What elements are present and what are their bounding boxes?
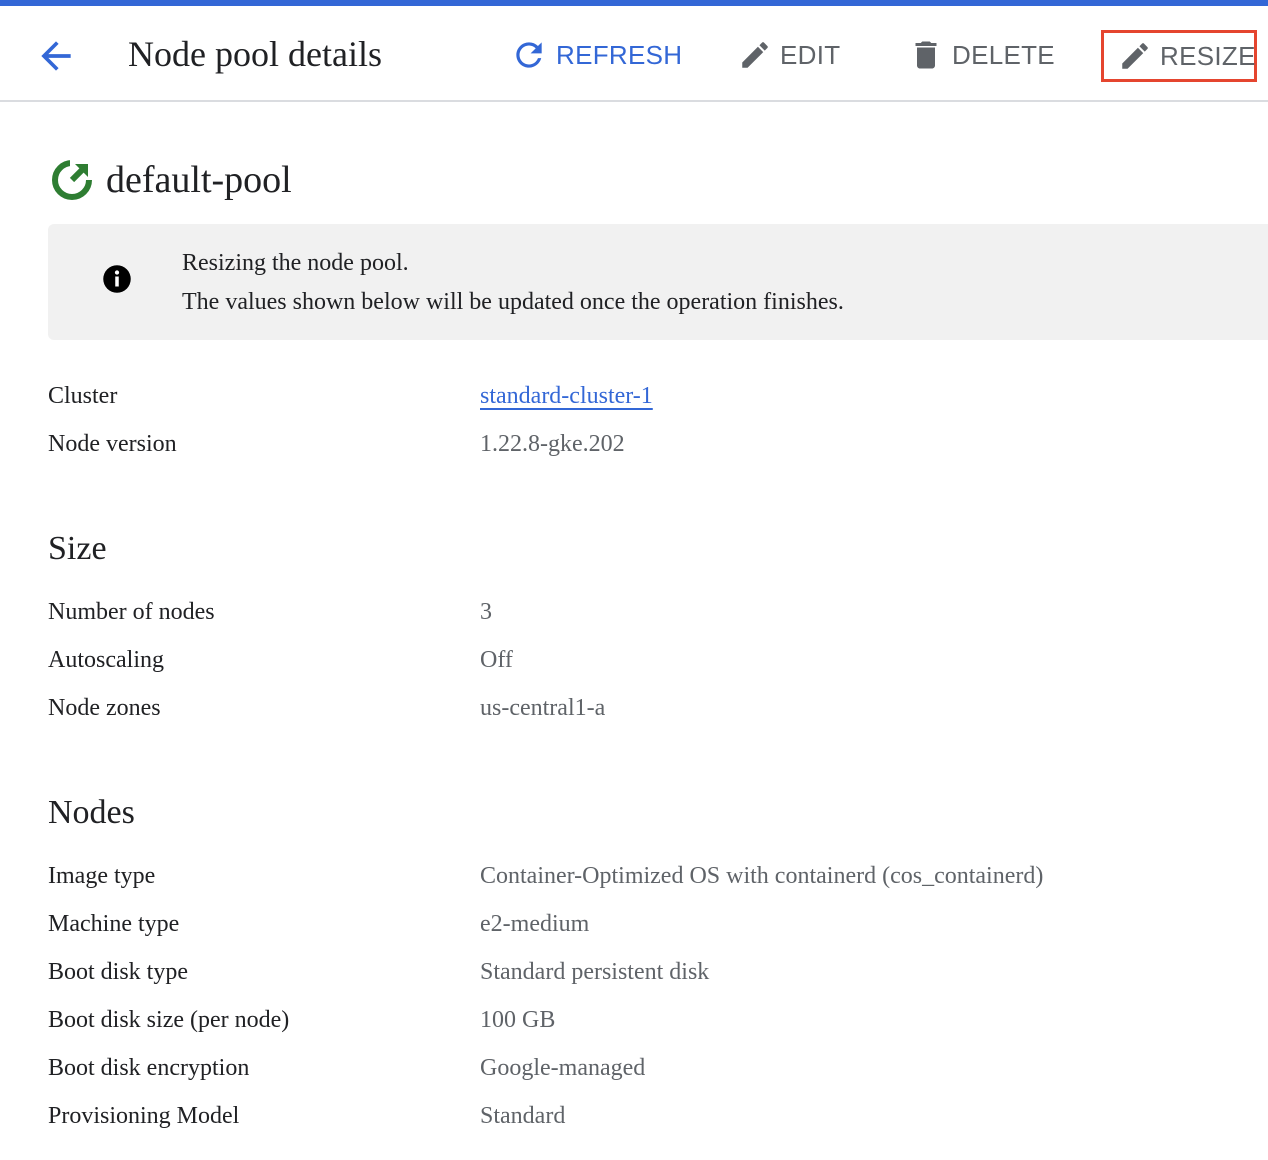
boot-disk-size-value: 100 GB: [480, 1007, 556, 1033]
node-zones-label: Node zones: [48, 695, 161, 721]
machine-type-label: Machine type: [48, 911, 180, 937]
edit-label: EDIT: [780, 39, 841, 70]
boot-disk-type-value: Standard persistent disk: [480, 959, 710, 985]
provisioning-model-label: Provisioning Model: [48, 1103, 240, 1129]
info-icon: [103, 265, 131, 293]
trash-icon: [915, 41, 937, 69]
image-type-label: Image type: [48, 863, 156, 889]
edit-button[interactable]: EDIT: [738, 32, 840, 78]
image-type-value: Container-Optimized OS with containerd (…: [480, 863, 1044, 889]
size-section-title: Size: [48, 530, 107, 567]
boot-disk-encryption-value: Google-managed: [480, 1055, 646, 1081]
nodes-section-title: Nodes: [48, 794, 135, 831]
node-version-value: 1.22.8-gke.202: [480, 431, 625, 457]
autoscaling-label: Autoscaling: [48, 647, 164, 673]
refresh-button[interactable]: REFRESH: [510, 32, 682, 78]
page-header: Node pool details REFRESH EDIT DELETE RE…: [0, 6, 1268, 102]
machine-type-value: e2-medium: [480, 911, 590, 937]
back-button[interactable]: [34, 34, 78, 78]
provisioning-model-value: Standard: [480, 1103, 566, 1129]
boot-disk-encryption-label: Boot disk encryption: [48, 1055, 250, 1081]
pencil-icon: [742, 42, 768, 68]
resize-button[interactable]: RESIZE: [1101, 30, 1257, 82]
pool-heading: default-pool: [50, 158, 292, 202]
pencil-icon: [1122, 43, 1148, 69]
number-of-nodes-label: Number of nodes: [48, 599, 215, 625]
page-title: Node pool details: [128, 34, 382, 74]
cluster-label: Cluster: [48, 383, 118, 409]
arrow-back-icon: [41, 41, 71, 71]
cluster-link[interactable]: standard-cluster-1: [480, 381, 653, 411]
node-version-label: Node version: [48, 431, 177, 457]
boot-disk-type-label: Boot disk type: [48, 959, 189, 985]
refresh-label: REFRESH: [556, 39, 683, 70]
number-of-nodes-value: 3: [480, 599, 492, 625]
resize-label: RESIZE: [1160, 40, 1256, 71]
refresh-icon: [516, 42, 542, 68]
status-ok-icon: [52, 158, 94, 200]
info-banner: Resizing the node pool. The values shown…: [48, 224, 1268, 340]
boot-disk-size-label: Boot disk size (per node): [48, 1007, 290, 1033]
banner-message-detail: The values shown below will be updated o…: [182, 289, 844, 315]
pool-name: default-pool: [106, 159, 292, 201]
autoscaling-value: Off: [480, 647, 513, 673]
delete-button[interactable]: DELETE: [908, 32, 1055, 78]
node-zones-value: us-central1-a: [480, 695, 606, 721]
delete-label: DELETE: [952, 39, 1055, 70]
banner-message-title: Resizing the node pool.: [182, 250, 409, 276]
